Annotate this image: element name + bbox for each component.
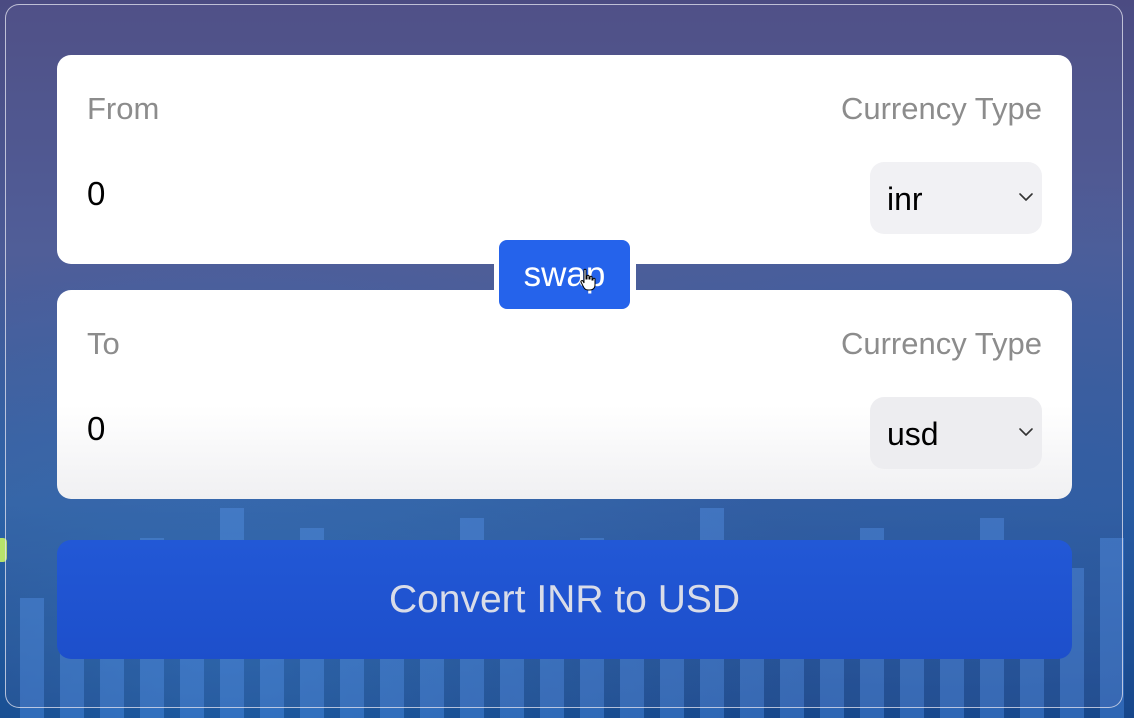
hand-pointer-icon bbox=[580, 268, 596, 291]
from-currency-type-label: Currency Type bbox=[840, 91, 1042, 126]
to-amount-input[interactable] bbox=[87, 404, 687, 454]
from-currency-select[interactable]: inr bbox=[870, 162, 1042, 234]
to-currency-type-label: Currency Type bbox=[840, 326, 1042, 361]
chevron-down-icon bbox=[1019, 428, 1033, 436]
from-amount-input[interactable] bbox=[87, 169, 687, 219]
to-label: To bbox=[87, 326, 120, 361]
to-card: To Currency Type usd bbox=[57, 290, 1072, 499]
chevron-down-icon bbox=[1019, 193, 1033, 201]
from-card: From Currency Type inr bbox=[57, 55, 1072, 264]
to-currency-select[interactable]: usd bbox=[870, 397, 1042, 469]
convert-button[interactable]: Convert INR to USD bbox=[57, 540, 1072, 659]
from-label: From bbox=[87, 91, 160, 126]
to-currency-value: usd bbox=[887, 416, 939, 452]
from-currency-value: inr bbox=[887, 181, 923, 217]
swap-button[interactable]: swap bbox=[499, 240, 630, 309]
